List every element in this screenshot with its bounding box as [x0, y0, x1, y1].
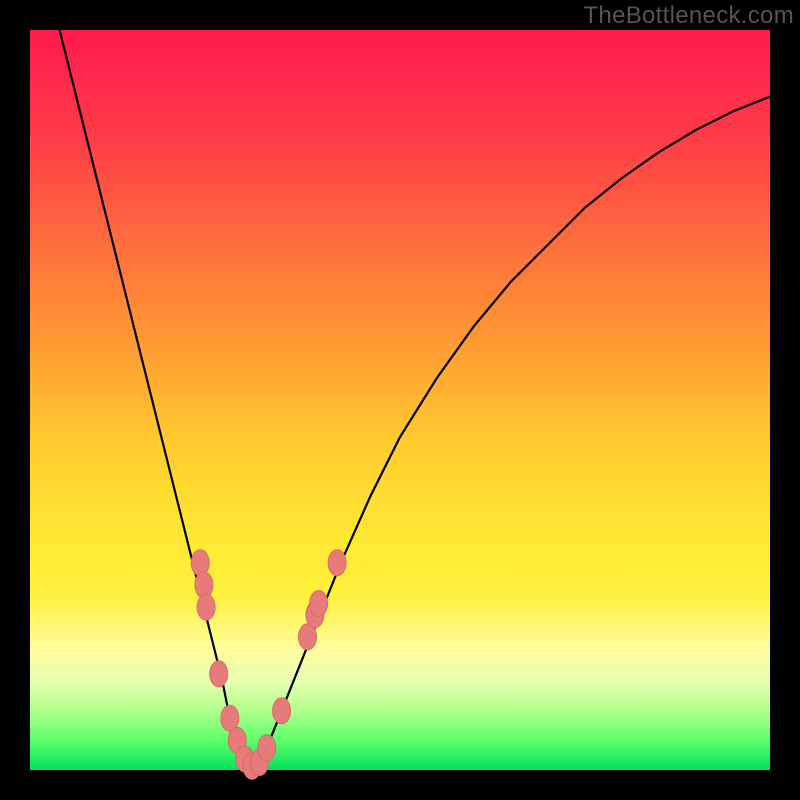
- data-marker: [273, 698, 291, 724]
- data-marker: [197, 594, 215, 620]
- chart-svg: [30, 30, 770, 770]
- data-marker: [191, 550, 209, 576]
- marker-group: [191, 550, 346, 780]
- chart-frame: TheBottleneck.com: [0, 0, 800, 800]
- data-marker: [310, 591, 328, 617]
- plot-area: [30, 30, 770, 770]
- bottleneck-curve: [60, 30, 770, 770]
- data-marker: [210, 661, 228, 687]
- watermark-text: TheBottleneck.com: [583, 2, 794, 30]
- data-marker: [258, 735, 276, 761]
- data-marker: [328, 550, 346, 576]
